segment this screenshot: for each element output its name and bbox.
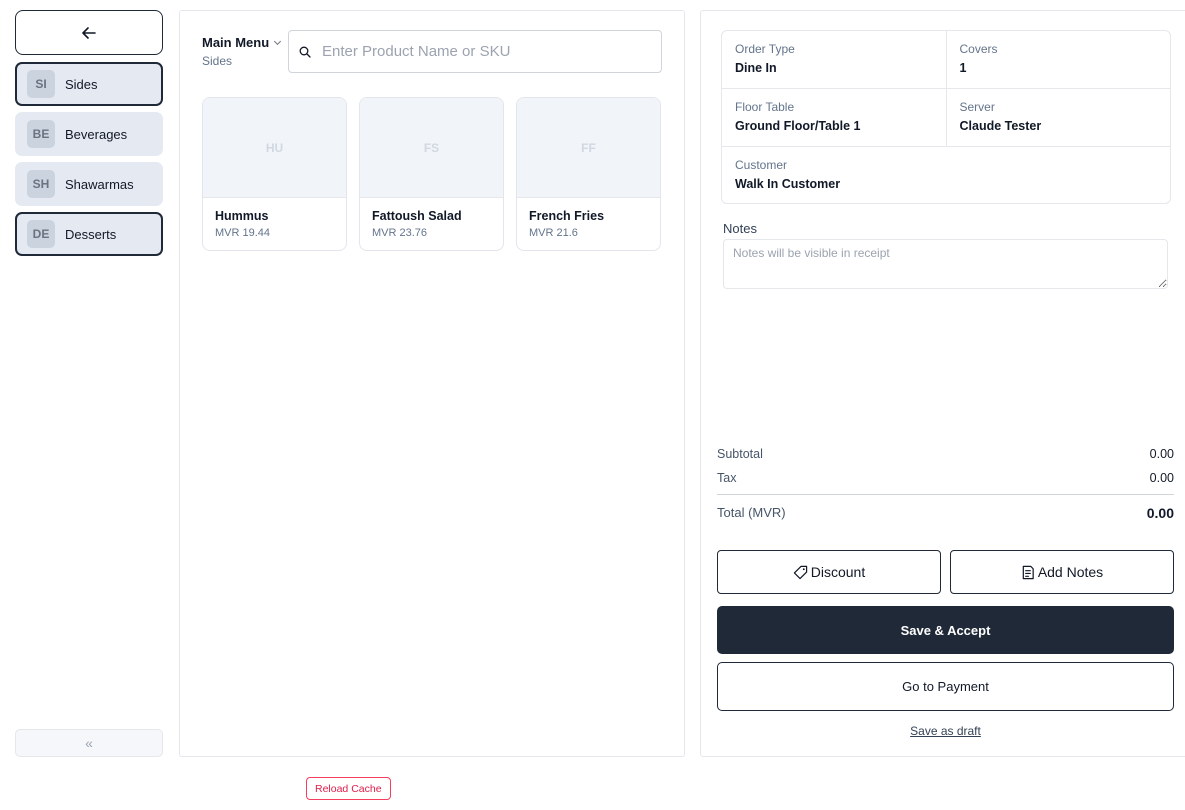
arrow-left-icon (82, 26, 96, 39)
category-beverages[interactable]: BE Beverages (15, 112, 163, 156)
add-notes-label: Add Notes (1037, 564, 1104, 580)
product-price: MVR 23.76 (372, 227, 428, 239)
category-label: Desserts (65, 226, 117, 242)
tax-label: Tax (717, 471, 737, 485)
notes-label: Notes (723, 221, 757, 236)
product-grid: HU Hummus MVR 19.44 FS Fattoush Salad MV… (202, 97, 673, 251)
total-label: Total (MVR) (717, 505, 786, 520)
product-thumbnail: FS (360, 98, 503, 198)
covers-field[interactable]: Covers 1 (945, 31, 1171, 88)
category-badge: SI (27, 70, 55, 98)
covers-value: 1 (959, 61, 967, 75)
order-type-label: Order Type (735, 42, 795, 56)
product-card-french-fries[interactable]: FF French Fries MVR 21.6 (516, 97, 661, 251)
tax-value: 0.00 (1149, 471, 1174, 485)
floor-table-field[interactable]: Floor Table Ground Floor/Table 1 (722, 89, 946, 146)
search-input[interactable] (322, 43, 642, 60)
covers-label: Covers (959, 42, 998, 56)
customer-field[interactable]: Customer Walk In Customer (722, 147, 1170, 203)
note-icon (1022, 565, 1034, 579)
go-to-payment-button[interactable]: Go to Payment (717, 662, 1174, 711)
product-card-hummus[interactable]: HU Hummus MVR 19.44 (202, 97, 347, 251)
tag-icon (793, 565, 807, 579)
category-label: Shawarmas (65, 176, 134, 192)
menu-name: Main Menu (202, 35, 270, 50)
category-badge: BE (27, 120, 55, 148)
totals-divider (717, 494, 1174, 495)
category-list: SI Sides BE Beverages SH Shawarmas DE De… (15, 62, 163, 262)
back-button[interactable] (15, 10, 163, 55)
notes-textarea[interactable] (723, 239, 1168, 289)
reload-cache-button[interactable]: Reload Cache (306, 777, 391, 800)
discount-label: Discount (810, 564, 866, 580)
category-shawarmas[interactable]: SH Shawarmas (15, 162, 163, 206)
customer-value: Walk In Customer (735, 177, 841, 191)
product-thumbnail: HU (203, 98, 346, 198)
product-name: Hummus (215, 209, 269, 223)
server-label: Server (959, 100, 995, 114)
order-type-field[interactable]: Order Type Dine In (722, 31, 946, 88)
total-value: 0.00 (1146, 505, 1174, 521)
floor-table-value: Ground Floor/Table 1 (735, 119, 861, 133)
subtotal-row: Subtotal 0.00 (717, 447, 1174, 461)
order-info-table: Order Type Dine In Covers 1 Floor Table … (721, 30, 1171, 204)
menu-selector[interactable]: Main Menu Sides (202, 35, 282, 68)
category-sides[interactable]: SI Sides (15, 62, 163, 106)
discount-button[interactable]: Discount (717, 550, 941, 594)
save-accept-button[interactable]: Save & Accept (717, 606, 1174, 654)
subtotal-value: 0.00 (1149, 447, 1174, 461)
category-label: Sides (65, 76, 98, 92)
search-icon (299, 46, 311, 58)
server-value: Claude Tester (959, 119, 1042, 133)
product-thumbnail: FF (517, 98, 660, 198)
chevron-down-icon (274, 37, 282, 45)
order-panel: Order Type Dine In Covers 1 Floor Table … (700, 10, 1185, 757)
total-row: Total (MVR) 0.00 (717, 505, 1174, 521)
floor-table-label: Floor Table (735, 100, 795, 114)
add-notes-button[interactable]: Add Notes (950, 550, 1174, 594)
collapse-sidebar-button[interactable]: « (15, 729, 163, 757)
search-box[interactable] (288, 30, 662, 73)
product-name: Fattoush Salad (372, 209, 462, 223)
product-price: MVR 19.44 (215, 227, 271, 239)
save-as-draft-link[interactable]: Save as draft (717, 724, 1174, 738)
current-category: Sides (202, 54, 233, 68)
products-panel: Main Menu Sides HU Hummus MVR 19.44 FS F… (179, 10, 685, 757)
customer-label: Customer (735, 158, 788, 172)
category-desserts[interactable]: DE Desserts (15, 212, 163, 256)
product-name: French Fries (529, 209, 605, 223)
category-label: Beverages (65, 126, 128, 142)
category-badge: SH (27, 170, 55, 198)
product-price: MVR 21.6 (529, 227, 578, 239)
category-badge: DE (27, 220, 55, 248)
order-type-value: Dine In (735, 61, 777, 75)
server-field[interactable]: Server Claude Tester (945, 89, 1171, 146)
tax-row: Tax 0.00 (717, 471, 1174, 485)
subtotal-label: Subtotal (717, 447, 763, 461)
product-card-fattoush-salad[interactable]: FS Fattoush Salad MVR 23.76 (359, 97, 504, 251)
